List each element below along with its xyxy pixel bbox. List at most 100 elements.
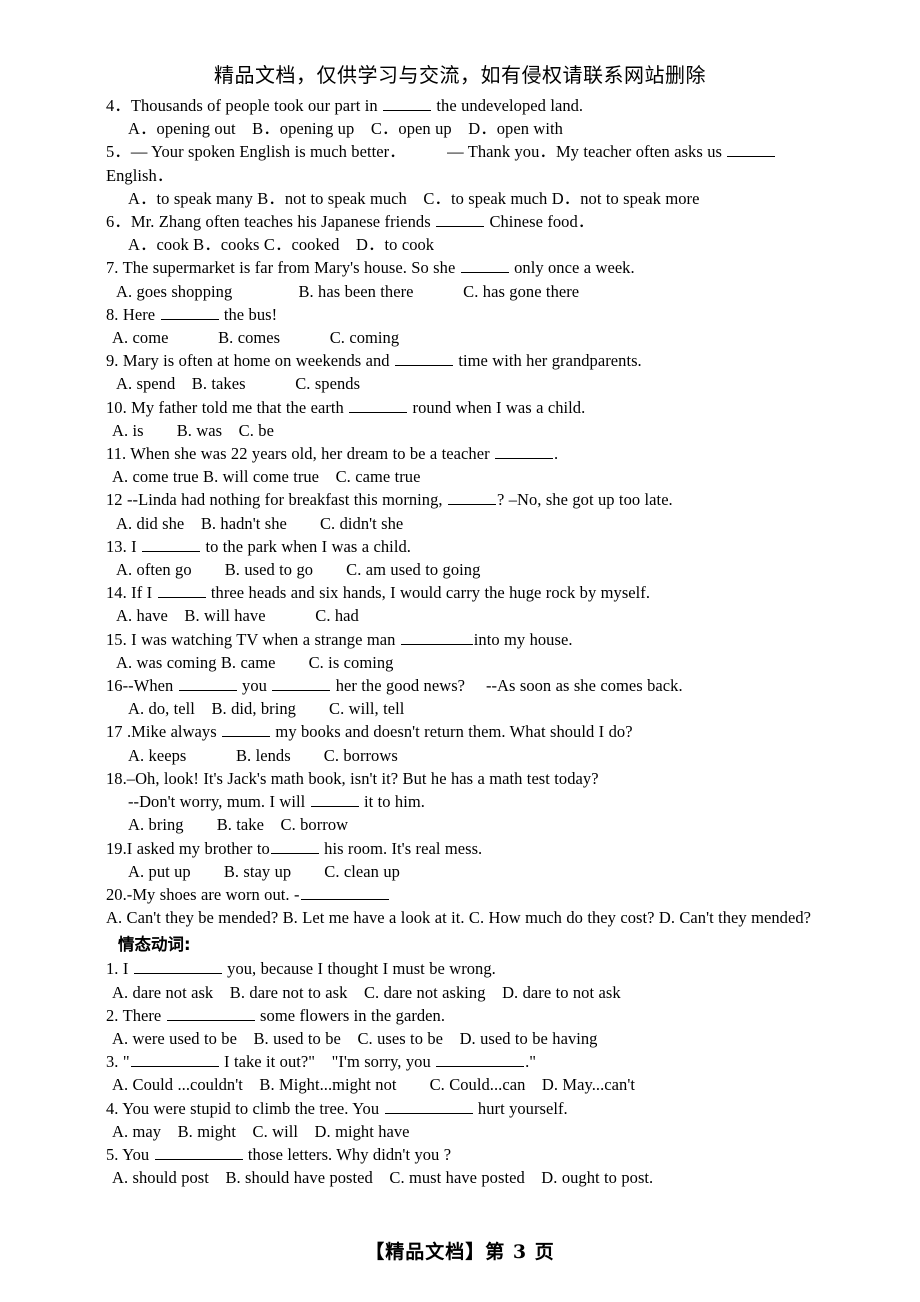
question-text-tail: three heads and six hands, I would carry… [206, 583, 651, 603]
answer-blank [157, 582, 206, 599]
question-text-mid: you [237, 676, 272, 696]
answer-blank [133, 958, 222, 975]
answer-blank [383, 94, 432, 111]
question-options: A. have B. will have C. had [116, 606, 359, 626]
question-options: A. keeps B. lends C. borrows [128, 745, 398, 765]
question-options: A. often go B. used to go C. am used to … [116, 560, 481, 580]
answer-blank [400, 628, 473, 645]
page-header: 精品文档，仅供学习与交流，如有侵权请联系网站删除 [214, 63, 706, 87]
question-options: A. dare not ask B. dare not to ask C. da… [112, 982, 621, 1002]
question-stem: 11. When she was 22 years old, her dream… [106, 442, 814, 465]
question-options: A. was coming B. came C. is coming [116, 652, 394, 672]
question-number: 6． [106, 212, 131, 232]
question-text: I was watching TV when a strange man [131, 629, 400, 649]
question-text-tail: into my house. [473, 629, 573, 649]
question-text-tail: ? –No, she got up too late. [496, 490, 673, 510]
question-stem: 20.-My shoes are worn out. - [106, 883, 814, 906]
question-number: 5． [106, 142, 131, 162]
question-stem: 18.–Oh, look! It's Jack's math book, isn… [106, 767, 814, 790]
question-text: There [122, 1005, 166, 1025]
question-stem: 2. There some flowers in the garden. [106, 1004, 814, 1027]
question-number: 5. [106, 1144, 123, 1164]
answer-blank [727, 141, 776, 158]
question-text: --Linda had nothing for breakfast this m… [126, 490, 447, 510]
question-options: A．cook B．cooks C．cooked D．to cook [128, 235, 435, 255]
question-number: 9. [106, 351, 123, 371]
answer-blank-2 [436, 1050, 525, 1068]
question-text-sub: --Don't worry, mum. I will [128, 792, 310, 812]
question-number: 4. [106, 1098, 123, 1118]
question-stem: 15. I was watching TV when a strange man… [106, 628, 814, 651]
question-text: " [122, 1052, 130, 1072]
question-text-tail: round when I was a child. [408, 397, 586, 417]
answer-blank [436, 210, 485, 228]
question-text: –Oh, look! It's Jack's math book, isn't … [126, 768, 599, 788]
question-stem: 5．― Your spoken English is much better． … [106, 140, 814, 163]
question-options: A. Could ...couldn't B. Might...might no… [112, 1075, 635, 1095]
question-number: 4． [106, 96, 131, 115]
question-number: 3. [106, 1052, 123, 1072]
question-stem: 6．Mr. Zhang often teaches his Japanese f… [106, 210, 814, 233]
question-stem-continuation: --Don't worry, mum. I will it to him. [106, 790, 814, 813]
question-text-tail: ." [525, 1052, 537, 1072]
answer-blank [142, 535, 201, 552]
question-text: My father told me that the earth [131, 397, 349, 417]
question-text-tail: you, because I thought I must be wrong. [222, 959, 496, 979]
question-text-tail: to the park when I was a child. [201, 536, 411, 556]
question-text-sub-tail: it to him. [359, 792, 425, 812]
answer-blank [154, 1143, 243, 1160]
question-options: A. spend B. takes C. spends [116, 374, 361, 394]
question-text-tail: . [554, 444, 559, 464]
answer-blank [270, 837, 319, 854]
answer-blank [384, 1097, 473, 1114]
question-text-tail: time with her grandparents. [453, 351, 642, 371]
question-options: A. Can't they be mended? B. Let me have … [106, 908, 812, 928]
answer-blank [300, 883, 389, 900]
question-text: Here [122, 304, 160, 324]
question-stem: 8. Here the bus! [106, 303, 814, 326]
question-number: 18. [106, 768, 127, 788]
question-number: 15. [106, 629, 132, 649]
question-text: Mr. Zhang often teaches his Japanese fri… [130, 212, 436, 232]
question-stem: 9. Mary is often at home on weekends and… [106, 349, 814, 372]
question-number: 12 [106, 490, 127, 510]
question-stem: 1. I you, because I thought I must be wr… [106, 957, 814, 980]
answer-blank [130, 1050, 219, 1068]
question-stem: 4．Thousands of people took our part in t… [106, 94, 814, 117]
question-number: 1. [106, 959, 123, 979]
question-options: A. did she B. hadn't she C. didn't she [116, 513, 404, 533]
question-number: 14. [106, 583, 132, 603]
question-stem: 17 .Mike always my books and doesn't ret… [106, 720, 814, 743]
answer-blank [310, 790, 359, 808]
question-options: A. come true B. will come true C. came t… [112, 467, 421, 487]
question-stem-wrap: English． [106, 165, 174, 185]
answer-blank [160, 303, 219, 320]
question-text-tail: those letters. Why didn't you ? [243, 1144, 452, 1164]
question-number: 8. [106, 304, 123, 324]
question-stem: 13. I to the park when I was a child. [106, 535, 814, 558]
question-stem: 10. My father told me that the earth rou… [106, 396, 814, 419]
question-options: A. should post B. should have posted C. … [112, 1168, 654, 1188]
page-footer: 【精品文档】第 3 页 [365, 1241, 555, 1263]
question-stem: 14. If I three heads and six hands, I wo… [106, 581, 814, 604]
question-options: A. may B. might C. will D. might have [112, 1121, 410, 1141]
question-options: A. is B. was C. be [112, 420, 274, 440]
question-text-tail: my books and doesn't return them. What s… [271, 722, 633, 742]
question-stem: 4. You were stupid to climb the tree. Yo… [106, 1097, 814, 1120]
question-options: A. put up B. stay up C. clean up [128, 861, 400, 881]
question-text: I [122, 959, 133, 979]
section-heading-modal-verbs: 情态动词: [118, 935, 191, 955]
question-text-tail: the undeveloped land. [432, 96, 584, 115]
question-number: 7. [106, 258, 123, 278]
question-stem: 19.I asked my brother to his room. It's … [106, 837, 814, 860]
answer-blank-2 [272, 674, 331, 692]
question-text: I [131, 536, 142, 556]
question-text-tail: her the good news? --As soon as she come… [331, 676, 683, 696]
question-text: ― Your spoken English is much better． ― … [130, 142, 727, 162]
question-text-mid: I take it out?" "I'm sorry, you [219, 1052, 436, 1072]
question-text: When she was 22 years old, her dream to … [130, 444, 495, 464]
answer-blank [460, 257, 509, 274]
question-number: 16 [106, 676, 123, 696]
question-stem: 7. The supermarket is far from Mary's ho… [106, 256, 814, 279]
question-text: If I [131, 583, 157, 603]
